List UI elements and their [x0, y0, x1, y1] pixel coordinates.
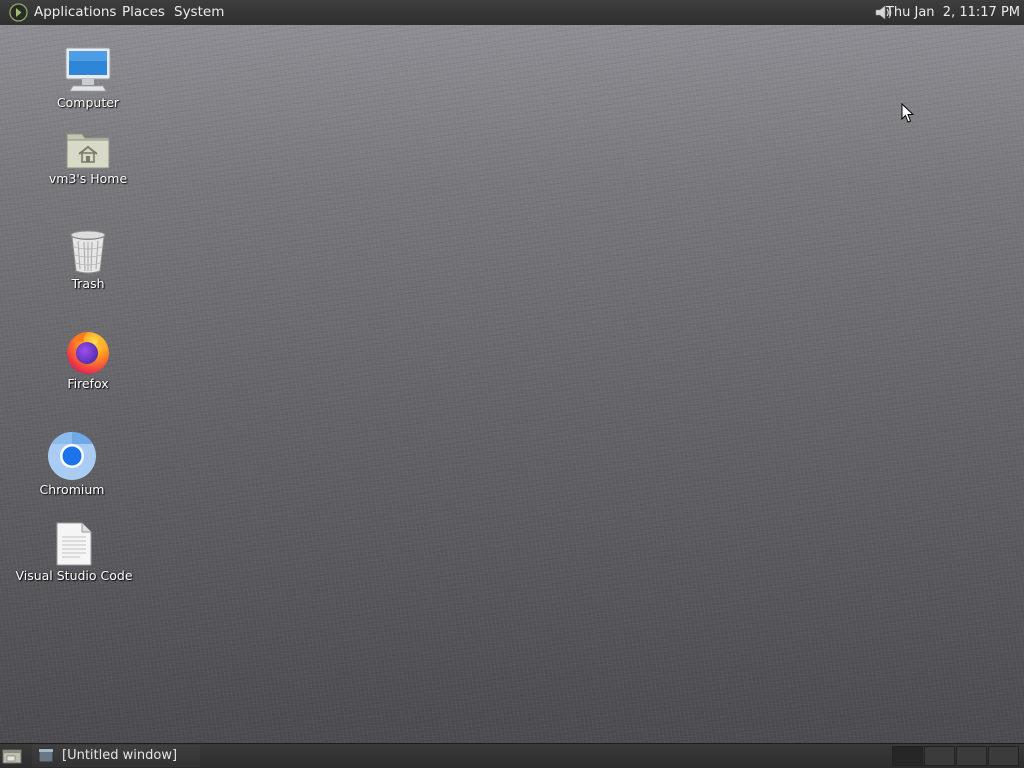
top-panel: Applications Places System Thu Jan 2, 11… — [0, 0, 1024, 25]
desktop-icon-label: Computer — [56, 95, 120, 110]
show-desktop-icon[interactable] — [1, 747, 23, 765]
desktop-icon-label: Firefox — [67, 376, 109, 391]
menu-applications[interactable]: Applications — [34, 0, 116, 25]
bottom-panel: [Untitled window] — [0, 743, 1024, 768]
gnome-foot-icon[interactable] — [9, 3, 28, 22]
clock[interactable]: Thu Jan 2, 11:17 PM — [886, 0, 1020, 25]
menu-system[interactable]: System — [174, 0, 224, 25]
workspace-1[interactable] — [892, 746, 923, 766]
desktop-icon-label: Chromium — [39, 482, 105, 497]
desktop-icon-trash[interactable]: Trash — [48, 229, 128, 291]
workspace-4[interactable] — [988, 746, 1019, 766]
mouse-cursor-icon — [901, 103, 915, 123]
desktop-icon-label: Trash — [71, 276, 105, 291]
chromium-icon — [48, 432, 96, 480]
desktop-icon-chromium[interactable]: Chromium — [32, 431, 112, 497]
desktop-icon-label: Visual Studio Code — [15, 568, 133, 583]
computer-monitor-icon — [65, 47, 111, 92]
desktop-icon-firefox[interactable]: Firefox — [48, 329, 128, 391]
desktop-icon-computer[interactable]: Computer — [48, 46, 128, 110]
desktop-icon-vscode[interactable]: Visual Studio Code — [10, 521, 138, 583]
firefox-icon — [67, 332, 109, 374]
workspace-3[interactable] — [956, 746, 987, 766]
trash-icon — [70, 230, 106, 274]
window-icon — [38, 748, 54, 763]
desktop-icon-home[interactable]: vm3's Home — [40, 128, 136, 186]
taskbar-window-label: [Untitled window] — [62, 748, 178, 763]
desktop-icon-label: vm3's Home — [48, 171, 128, 186]
menu-places[interactable]: Places — [122, 0, 165, 25]
workspace-switcher[interactable] — [892, 746, 1020, 766]
taskbar-window-button[interactable]: [Untitled window] — [32, 745, 200, 767]
desktop-background[interactable] — [0, 25, 1024, 743]
text-document-icon — [56, 522, 92, 566]
workspace-2[interactable] — [924, 746, 955, 766]
home-folder-icon — [66, 133, 110, 169]
